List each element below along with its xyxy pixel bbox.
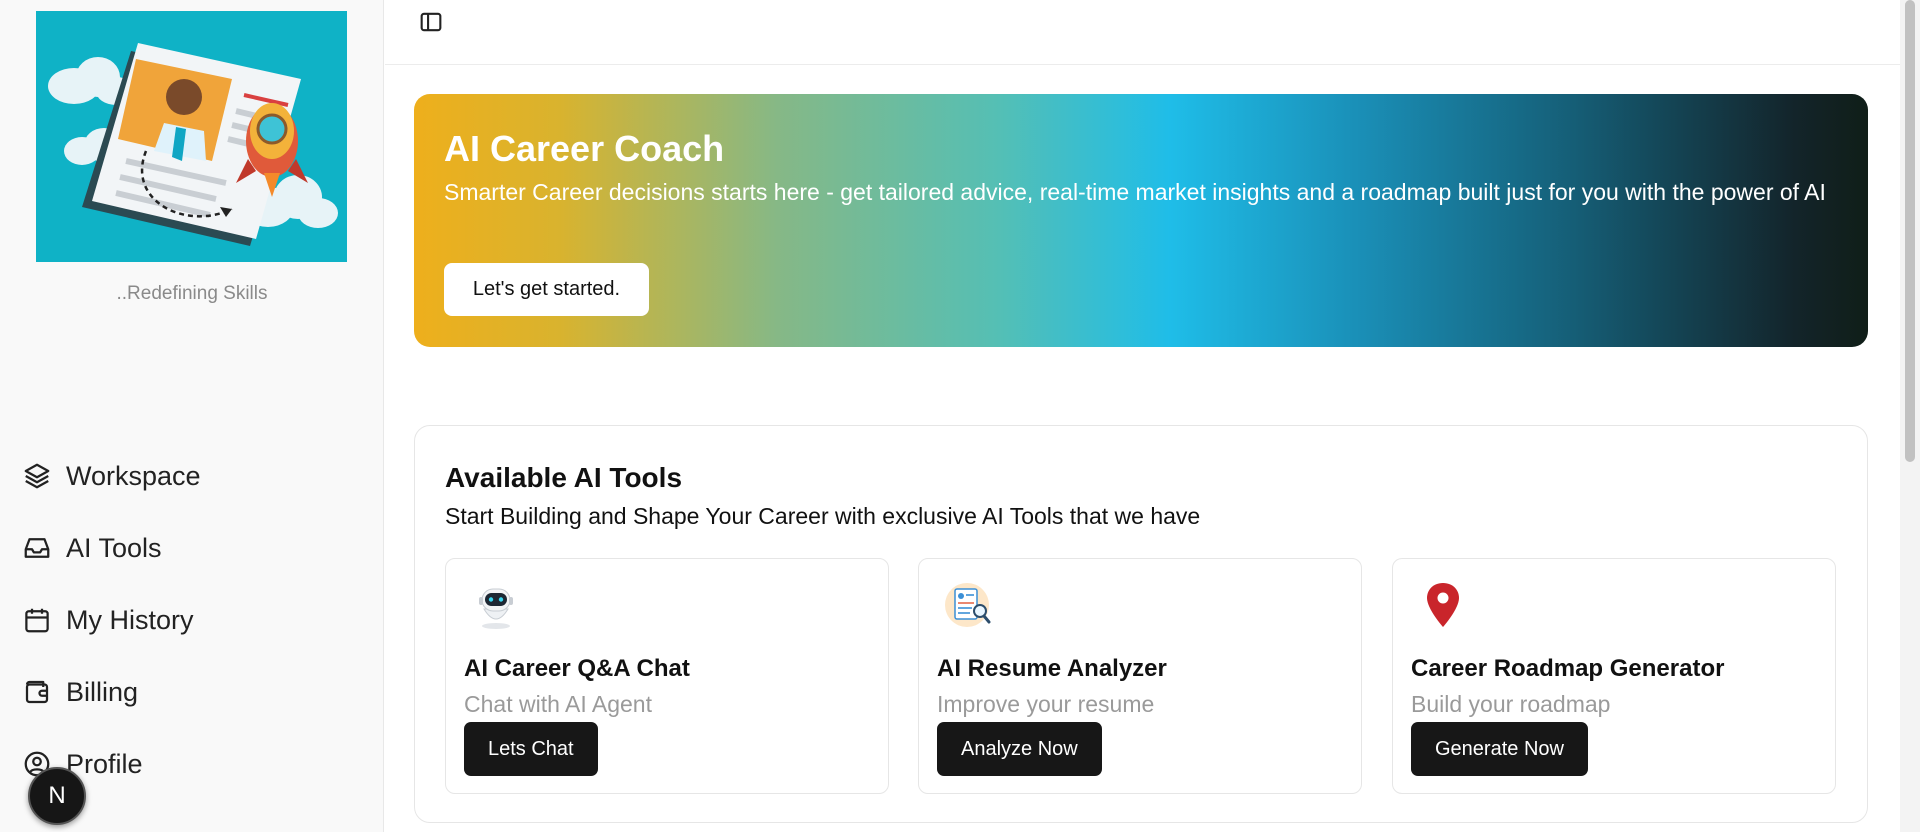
- sidebar-item-label: Workspace: [66, 460, 201, 491]
- top-bar: [385, 0, 1900, 65]
- analyze-now-button[interactable]: Analyze Now: [937, 722, 1102, 776]
- scrollbar-thumb[interactable]: [1905, 0, 1915, 462]
- sidebar-item-my-history[interactable]: My History: [22, 584, 201, 656]
- avatar[interactable]: N: [28, 767, 86, 825]
- tool-card-resume-analyzer: AI Resume Analyzer Improve your resume A…: [918, 558, 1362, 794]
- sidebar-toggle-icon[interactable]: [417, 8, 445, 36]
- robot-icon: [479, 588, 513, 629]
- career-illustration-icon: [48, 43, 338, 246]
- sidebar-item-label: AI Tools: [66, 532, 162, 563]
- section-title: Available AI Tools: [445, 462, 683, 493]
- ai-tools-section: Available AI Tools Start Building and Sh…: [414, 425, 1868, 823]
- sidebar-item-label: Billing: [66, 676, 139, 707]
- map-pin-icon: [1427, 583, 1459, 627]
- generate-now-button[interactable]: Generate Now: [1411, 722, 1588, 776]
- page-scrollbar[interactable]: [1900, 0, 1920, 832]
- resume-search-icon: [945, 583, 991, 627]
- calendar-icon: [25, 608, 49, 633]
- inbox-icon: [24, 538, 50, 558]
- sidebar: ..Redefining Skills Workspace AI Tools M…: [0, 0, 384, 832]
- layers-icon: [24, 463, 50, 489]
- tool-description: Improve your resume: [937, 691, 1155, 717]
- tool-name: Career Roadmap Generator: [1411, 655, 1725, 682]
- tool-name: AI Resume Analyzer: [937, 655, 1167, 682]
- lets-chat-button[interactable]: Lets Chat: [464, 722, 598, 776]
- sidebar-item-ai-tools[interactable]: AI Tools: [22, 512, 201, 584]
- get-started-button[interactable]: Let's get started.: [444, 263, 649, 316]
- sidebar-item-workspace[interactable]: Workspace: [22, 440, 201, 512]
- tool-card-qa-chat: AI Career Q&A Chat Chat with AI Agent Le…: [445, 558, 889, 794]
- hero-subtitle: Smarter Career decisions starts here - g…: [444, 179, 1826, 205]
- section-subtitle: Start Building and Shape Your Career wit…: [445, 503, 1201, 529]
- tool-card-roadmap-generator: Career Roadmap Generator Build your road…: [1392, 558, 1836, 794]
- sidebar-item-label: My History: [66, 604, 194, 635]
- tagline: ..Redefining Skills: [116, 283, 268, 304]
- logo-illustration: [36, 11, 347, 262]
- hero-banner: AI Career Coach Smarter Career decisions…: [414, 94, 1868, 347]
- tool-description: Build your roadmap: [1411, 691, 1611, 717]
- hero-title: AI Career Coach: [444, 128, 725, 169]
- tool-description: Chat with AI Agent: [464, 691, 652, 717]
- tool-name: AI Career Q&A Chat: [464, 655, 690, 682]
- sidebar-nav: Workspace AI Tools My History Billing Pr…: [22, 440, 201, 800]
- wallet-icon: [25, 680, 49, 704]
- sidebar-item-billing[interactable]: Billing: [22, 656, 201, 728]
